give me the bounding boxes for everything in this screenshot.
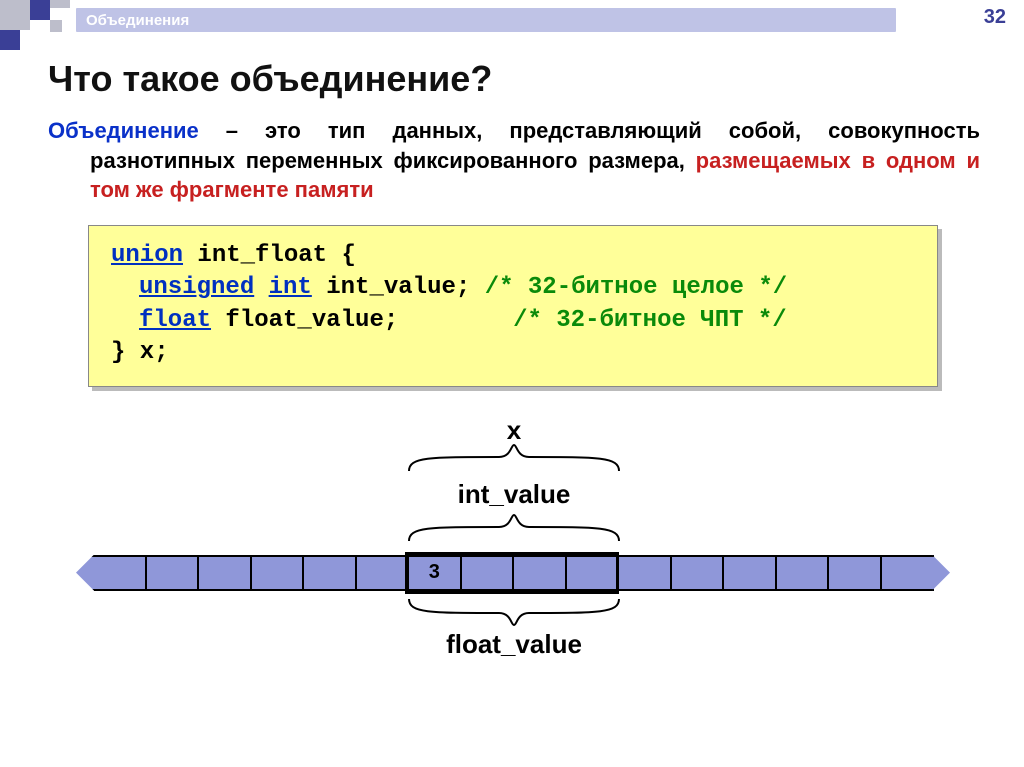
memory-cell	[250, 555, 303, 591]
memory-cell	[670, 555, 723, 591]
slide-number: 32	[984, 6, 1006, 29]
decor-square	[50, 20, 62, 32]
slide-content: Что такое объединение? Объединение – это…	[0, 58, 1024, 685]
memory-cell	[880, 555, 935, 591]
memory-row: 3	[94, 555, 934, 591]
cell-value: 3	[409, 557, 460, 589]
def-term: Объединение	[48, 118, 199, 143]
label-x: x	[48, 415, 980, 446]
label-float-value: float_value	[48, 629, 980, 660]
memory-cell	[512, 555, 565, 591]
code-line: unsigned int int_value; /* 32-битное цел…	[111, 272, 915, 304]
memory-cell	[617, 555, 670, 591]
decor-square	[30, 0, 50, 20]
code-line: } x;	[111, 337, 915, 369]
memory-cell	[145, 555, 198, 591]
decor-square	[0, 0, 30, 30]
memory-diagram: x int_value 3	[48, 415, 980, 685]
page-title: Что такое объединение?	[48, 58, 980, 100]
memory-cell	[565, 555, 618, 591]
code-comment: /* 32-битное целое */	[485, 274, 787, 301]
keyword-unsigned: unsigned	[139, 274, 254, 301]
decor-square	[50, 0, 70, 8]
brace-icon	[399, 443, 629, 473]
memory-cell	[775, 555, 828, 591]
keyword-int: int	[269, 274, 312, 301]
code-comment: /* 32-битное ЧПТ */	[513, 307, 787, 334]
memory-cell	[94, 555, 145, 591]
memory-cell	[197, 555, 250, 591]
code-text: int_value;	[312, 274, 470, 301]
code-text: float_value;	[211, 307, 398, 334]
breadcrumb-text: Объединения	[86, 12, 189, 29]
code-text: int_float {	[183, 242, 356, 269]
memory-cell	[827, 555, 880, 591]
memory-cell	[355, 555, 408, 591]
brace-icon	[399, 597, 629, 627]
definition-paragraph: Объединение – это тип данных, представля…	[48, 116, 980, 205]
code-block: union int_float { unsigned int int_value…	[88, 225, 938, 387]
breadcrumb: Объединения	[76, 8, 896, 32]
keyword-union: union	[111, 242, 183, 269]
memory-cell: 3	[407, 555, 460, 591]
decor-square	[0, 30, 20, 50]
memory-cell	[302, 555, 355, 591]
keyword-float: float	[139, 307, 211, 334]
code-line: union int_float {	[111, 240, 915, 272]
slide-header: Объединения 32	[0, 0, 1024, 36]
label-int-value: int_value	[48, 479, 980, 510]
memory-cell	[460, 555, 513, 591]
brace-icon	[399, 513, 629, 543]
memory-cell	[722, 555, 775, 591]
code-line: float float_value; /* 32-битное ЧПТ */	[111, 305, 915, 337]
